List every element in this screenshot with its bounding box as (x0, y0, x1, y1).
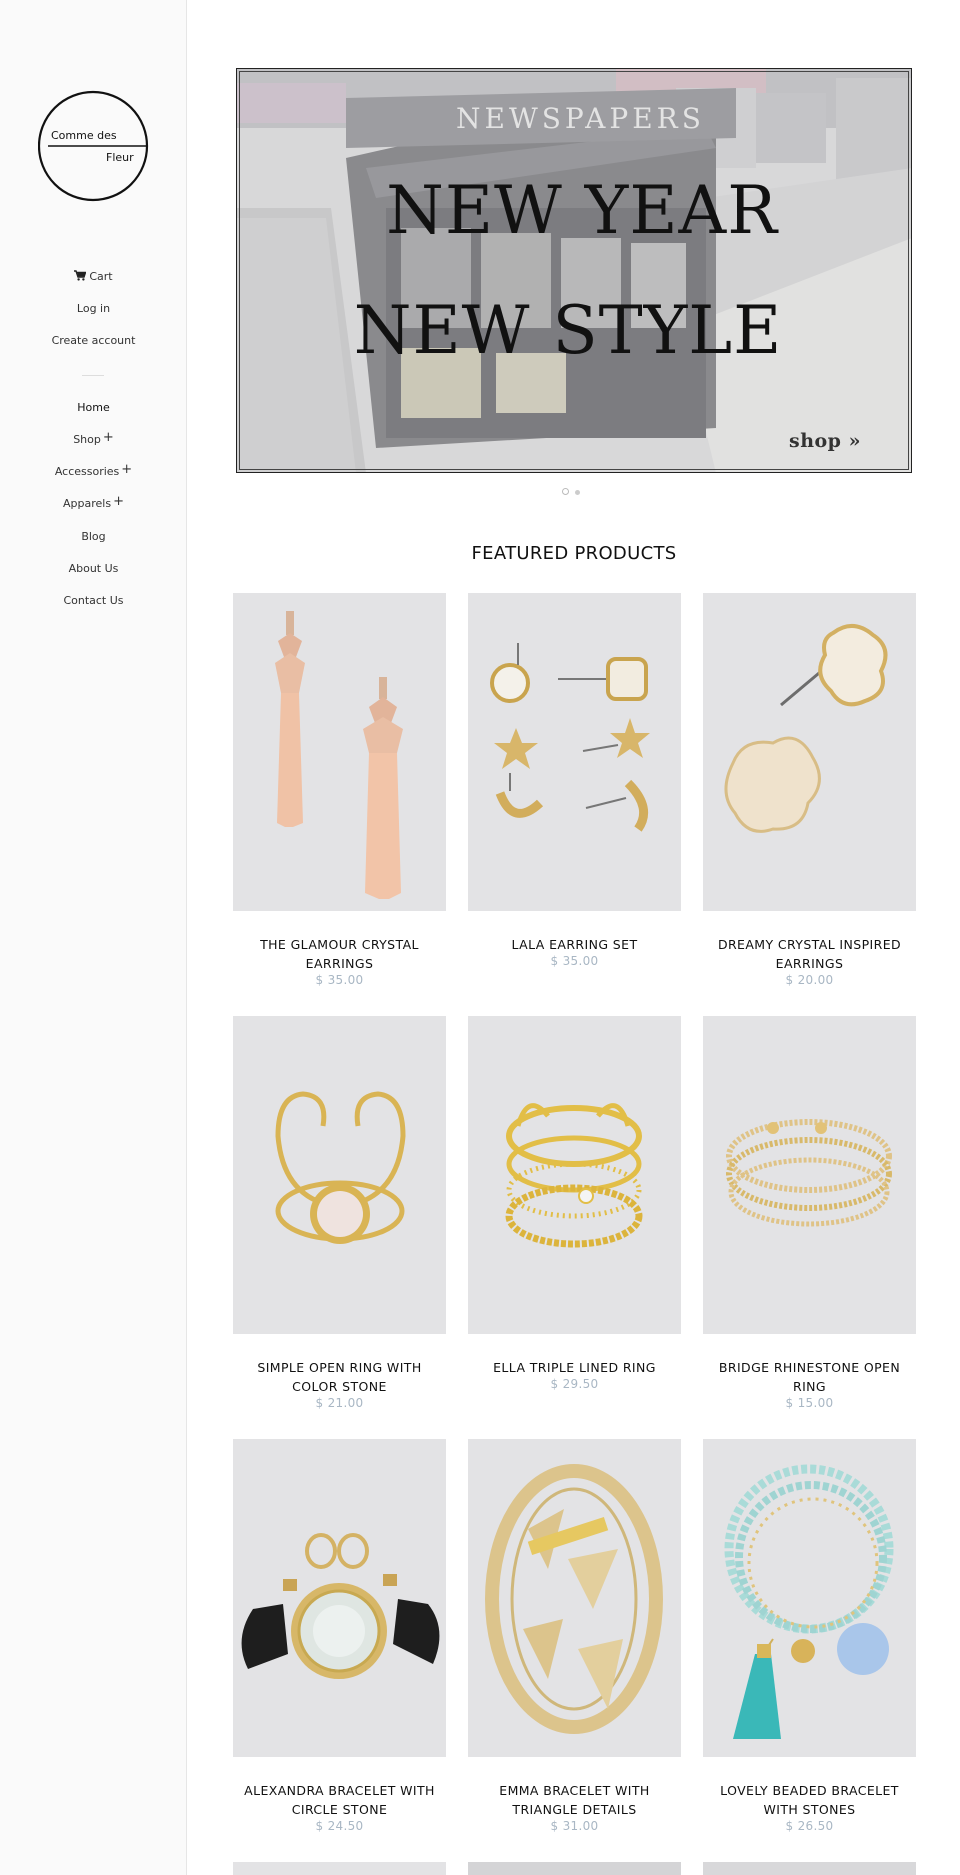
shop-expand-icon[interactable]: + (103, 430, 114, 445)
product-price: $ 35.00 (550, 954, 599, 968)
product-card[interactable]: LALA EARRING SET $ 35.00 (468, 593, 681, 968)
earring-set-icon (490, 643, 650, 832)
nav-shop[interactable]: Shop + (0, 430, 187, 447)
product-card[interactable]: SIMPLE OPEN RING WITH COLOR STONE $ 21.0… (233, 1016, 446, 1410)
login-link[interactable]: Log in (0, 302, 187, 316)
product-image-partial[interactable] (468, 1862, 681, 1875)
product-card[interactable]: ALEXANDRA BRACELET WITH CIRCLE STONE $ 2… (233, 1439, 446, 1833)
product-image[interactable] (233, 1439, 446, 1757)
nav-apparels[interactable]: Apparels + (0, 494, 187, 511)
product-card[interactable]: BRIDGE RHINESTONE OPEN RING $ 15.00 (703, 1016, 916, 1410)
product-image[interactable] (468, 1439, 681, 1757)
slide-dot-1[interactable] (562, 488, 569, 495)
product-price: $ 15.00 (785, 1396, 834, 1410)
create-account-link[interactable]: Create account (0, 334, 187, 348)
hero-frame (236, 68, 912, 473)
earrings-long-crystal-icon (275, 611, 403, 899)
product-price: $ 24.50 (315, 1819, 364, 1833)
product-price: $ 26.50 (785, 1819, 834, 1833)
nav-apparels-label: Apparels (63, 497, 112, 510)
nav-accessories[interactable]: Accessories + (0, 462, 187, 479)
slideshow-dots (562, 480, 586, 499)
product-name[interactable]: BRIDGE RHINESTONE OPEN RING (703, 1358, 916, 1396)
circle-stone-bracelet-icon (241, 1533, 440, 1679)
product-name[interactable]: LOVELY BEADED BRACELET WITH STONES (703, 1781, 916, 1819)
product-image[interactable] (468, 1016, 681, 1334)
nav-accessories-label: Accessories (54, 465, 120, 478)
product-name[interactable]: THE GLAMOUR CRYSTAL EARRINGS (233, 935, 446, 973)
product-price: $ 35.00 (315, 973, 364, 987)
product-name[interactable]: SIMPLE OPEN RING WITH COLOR STONE (233, 1358, 446, 1396)
apparels-expand-icon[interactable]: + (113, 494, 124, 509)
triple-ring-icon (505, 1103, 643, 1248)
sidebar-divider (82, 375, 104, 376)
product-image-partial[interactable] (703, 1862, 916, 1875)
store-logo[interactable]: Comme des Fleur (38, 88, 149, 203)
triangle-bracelet-icon (485, 1464, 663, 1734)
product-card[interactable]: DREAMY CRYSTAL INSPIRED EARRINGS $ 20.00 (703, 593, 916, 987)
cart-icon (74, 270, 87, 281)
product-price: $ 21.00 (315, 1396, 364, 1410)
product-price: $ 20.00 (785, 973, 834, 987)
logo-text-line2: Fleur (106, 151, 134, 164)
product-name[interactable]: LALA EARRING SET (468, 935, 681, 954)
product-image[interactable] (703, 1016, 916, 1334)
nav-contact[interactable]: Contact Us (0, 594, 187, 608)
sidebar: Comme des Fleur Cart Log in Create accou… (0, 0, 187, 1875)
hero-slide[interactable]: NEWSPAPERS NEW YEAR NEW STYLE shop » (236, 68, 912, 473)
product-card[interactable]: THE GLAMOUR CRYSTAL EARRINGS $ 35.00 (233, 593, 446, 987)
beaded-bracelet-icon (724, 1464, 894, 1739)
product-name[interactable]: DREAMY CRYSTAL INSPIRED EARRINGS (703, 935, 916, 973)
nav-home[interactable]: Home (0, 401, 187, 415)
product-image[interactable] (703, 1439, 916, 1757)
accessories-expand-icon[interactable]: + (121, 462, 132, 477)
product-name[interactable]: ALEXANDRA BRACELET WITH CIRCLE STONE (233, 1781, 446, 1819)
nav-shop-label: Shop (73, 433, 101, 446)
rhinestone-ring-icon (726, 1119, 892, 1227)
open-ring-icon (275, 1091, 406, 1244)
product-name[interactable]: ELLA TRIPLE LINED RING (468, 1358, 681, 1377)
product-image[interactable] (703, 593, 916, 911)
product-image[interactable] (233, 593, 446, 911)
logo-text-line1: Comme des (51, 129, 117, 142)
product-price: $ 29.50 (550, 1377, 599, 1391)
product-card[interactable]: LOVELY BEADED BRACELET WITH STONES $ 26.… (703, 1439, 916, 1833)
slide-dot-2[interactable] (575, 490, 580, 495)
product-name[interactable]: EMMA BRACELET WITH TRIANGLE DETAILS (468, 1781, 681, 1819)
featured-products-title: FEATURED PRODUCTS (471, 543, 677, 564)
cart-link[interactable]: Cart (0, 270, 187, 284)
nav-about[interactable]: About Us (0, 562, 187, 576)
cart-label: Cart (89, 270, 113, 283)
product-image[interactable] (468, 593, 681, 911)
product-price: $ 31.00 (550, 1819, 599, 1833)
product-image[interactable] (233, 1016, 446, 1334)
product-image-partial[interactable] (233, 1862, 446, 1875)
flower-earrings-icon (724, 624, 888, 833)
product-card[interactable]: EMMA BRACELET WITH TRIANGLE DETAILS $ 31… (468, 1439, 681, 1833)
nav-blog[interactable]: Blog (0, 530, 187, 544)
product-card[interactable]: ELLA TRIPLE LINED RING $ 29.50 (468, 1016, 681, 1391)
